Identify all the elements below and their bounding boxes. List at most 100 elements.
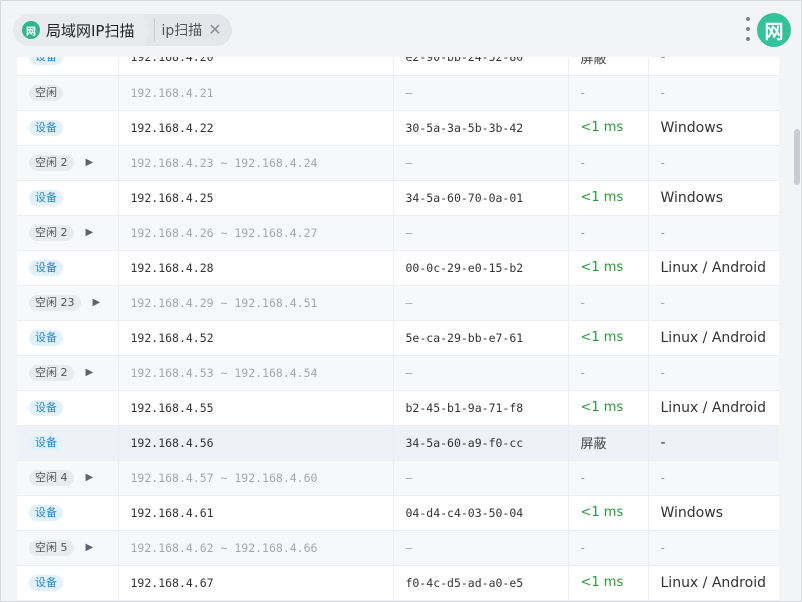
brand-logo-icon[interactable]: 网 (757, 13, 791, 47)
status-badge: 空闲 (29, 84, 63, 101)
device-row[interactable]: 设备 192.168.4.55 b2-45-b1-9a-71-f8 <1 ms Linu… (17, 390, 779, 426)
device-row[interactable]: 设备 192.168.4.56 34-5a-60-a9-f0-cc 屏蔽 - (17, 425, 779, 461)
idle-range-row[interactable]: 空闲 23 ▶ 192.168.4.29 ~ 192.168.4.51 — - - (17, 285, 779, 321)
ip-address: 192.168.4.26 ~ 192.168.4.27 (130, 225, 318, 240)
mac-address: 00-0c-29-e0-15-b2 (405, 260, 524, 275)
os-value: - (660, 540, 665, 555)
status-badge: 空闲 2 (29, 364, 74, 381)
status-cell: 设备 (17, 565, 119, 601)
idle-range-row[interactable]: 空闲 2 ▶ 192.168.4.53 ~ 192.168.4.54 — - - (17, 355, 779, 391)
idle-range-row[interactable]: 空闲 2 ▶ 192.168.4.26 ~ 192.168.4.27 — - - (17, 215, 779, 251)
os-value: Windows (660, 189, 724, 206)
status-badge: 设备 (29, 504, 63, 521)
device-row[interactable]: 设备 192.168.4.67 f0-4c-d5-ad-a0-e5 <1 ms Linu… (17, 565, 779, 601)
app-window: 网 局域网IP扫描 ip扫描 ✕ 网 设备192.168.4.20e2-90-b… (0, 0, 802, 602)
os-cell: - (648, 145, 779, 181)
os-cell: - (648, 285, 779, 321)
expand-icon[interactable]: ▶ (86, 367, 94, 378)
device-row[interactable]: 设备 192.168.4.25 34-5a-60-70-0a-01 <1 ms Wind… (17, 180, 779, 216)
mac-address: 34-5a-60-a9-f0-cc (405, 435, 524, 450)
expand-icon[interactable]: ▶ (86, 227, 94, 238)
latency-cell: - (568, 215, 649, 251)
expand-icon[interactable]: ▶ (86, 157, 94, 168)
ip-address: 192.168.4.52 (130, 330, 214, 345)
latency-cell: - (568, 145, 649, 181)
more-menu-icon[interactable] (743, 17, 753, 41)
ip-cell: 192.168.4.61 (118, 495, 394, 531)
mac-cell: 5e-ca-29-bb-e7-61 (393, 320, 569, 356)
latency-cell: <1 ms (568, 495, 649, 531)
ip-address: 192.168.4.28 (130, 260, 214, 275)
mac-cell: 04-d4-c4-03-50-04 (393, 495, 569, 531)
latency-value: <1 ms (580, 260, 624, 275)
status-badge: 设备 (29, 189, 63, 206)
status-cell: 空闲 4 ▶ (17, 460, 119, 496)
ip-cell: 192.168.4.25 (118, 180, 394, 216)
device-row[interactable]: 设备 192.168.4.22 30-5a-3a-5b-3b-42 <1 ms Wind… (17, 110, 779, 146)
device-row[interactable]: 设备 192.168.4.52 5e-ca-29-bb-e7-61 <1 ms Linu… (17, 320, 779, 356)
expand-icon[interactable]: ▶ (86, 472, 94, 483)
os-cell: Windows (648, 110, 779, 146)
latency-cell: <1 ms (568, 250, 649, 286)
ip-cell: 192.168.4.52 (118, 320, 394, 356)
scrollbar-thumb[interactable] (794, 129, 800, 185)
idle-range-row[interactable]: 空闲 4 ▶ 192.168.4.57 ~ 192.168.4.60 — - - (17, 460, 779, 496)
latency-value: - (580, 85, 585, 100)
os-value: - (660, 295, 665, 310)
latency-value: 屏蔽 (580, 437, 607, 452)
ip-cell: 192.168.4.57 ~ 192.168.4.60 (118, 460, 394, 496)
status-badge: 空闲 4 (29, 469, 74, 486)
mac-address: — (405, 225, 413, 240)
ip-address: 192.168.4.56 (130, 435, 214, 450)
mac-address: — (405, 470, 413, 485)
latency-value: - (580, 295, 585, 310)
device-row[interactable]: 设备 192.168.4.61 04-d4-c4-03-50-04 <1 ms Wind… (17, 495, 779, 531)
latency-value: - (580, 540, 585, 555)
status-cell: 空闲 (17, 75, 119, 111)
latency-cell: <1 ms (568, 390, 649, 426)
ip-address: 192.168.4.62 ~ 192.168.4.66 (130, 540, 318, 555)
ip-address: 192.168.4.57 ~ 192.168.4.60 (130, 470, 318, 485)
ip-cell: 192.168.4.55 (118, 390, 394, 426)
expand-icon[interactable]: ▶ (86, 542, 94, 553)
tab-ip-scan[interactable]: ip扫描 ✕ (161, 14, 221, 46)
mac-cell: 34-5a-60-70-0a-01 (393, 180, 569, 216)
ip-cell: 192.168.4.53 ~ 192.168.4.54 (118, 355, 394, 391)
latency-cell: - (568, 75, 649, 111)
device-row[interactable]: 设备 192.168.4.28 00-0c-29-e0-15-b2 <1 ms Linu… (17, 250, 779, 286)
latency-value: <1 ms (580, 505, 624, 520)
mac-address: — (405, 85, 413, 100)
ip-address: 192.168.4.29 ~ 192.168.4.51 (130, 295, 318, 310)
os-value: - (660, 155, 665, 170)
ip-cell: 192.168.4.23 ~ 192.168.4.24 (118, 145, 394, 181)
os-value: Linux / Android (660, 329, 766, 346)
ip-address: 192.168.4.53 ~ 192.168.4.54 (130, 365, 318, 380)
tab-app-home[interactable]: 网 局域网IP扫描 (13, 14, 151, 46)
status-badge: 空闲 23 (29, 294, 81, 311)
ip-address: 192.168.4.22 (130, 120, 214, 135)
mac-cell: b2-45-b1-9a-71-f8 (393, 390, 569, 426)
latency-cell: <1 ms (568, 180, 649, 216)
ip-address: 192.168.4.55 (130, 400, 214, 415)
idle-range-row[interactable]: 空闲 5 ▶ 192.168.4.62 ~ 192.168.4.66 — - - (17, 530, 779, 566)
mac-address: b2-45-b1-9a-71-f8 (405, 400, 524, 415)
latency-value: - (580, 365, 585, 380)
mac-cell: f0-4c-d5-ad-a0-e5 (393, 565, 569, 601)
scan-results-table: 设备192.168.4.20e2-90-bb-24-52-80屏蔽-空闲192.… (17, 40, 779, 601)
status-badge: 设备 (29, 434, 63, 451)
app-logo-icon: 网 (22, 21, 40, 39)
status-cell: 空闲 23 ▶ (17, 285, 119, 321)
latency-cell: - (568, 530, 649, 566)
idle-range-row[interactable]: 空闲 2 ▶ 192.168.4.23 ~ 192.168.4.24 — - - (17, 145, 779, 181)
latency-value: <1 ms (580, 400, 624, 415)
expand-icon[interactable]: ▶ (93, 297, 101, 308)
mac-address: 04-d4-c4-03-50-04 (405, 505, 524, 520)
close-icon[interactable]: ✕ (208, 22, 221, 38)
os-value: Linux / Android (660, 574, 766, 591)
idle-range-row[interactable]: 空闲 192.168.4.21 — - - (17, 75, 779, 111)
mac-cell: — (393, 215, 569, 251)
os-value: - (660, 225, 665, 240)
status-cell: 设备 (17, 390, 119, 426)
os-value: Linux / Android (660, 259, 766, 276)
tab-divider (154, 19, 156, 41)
